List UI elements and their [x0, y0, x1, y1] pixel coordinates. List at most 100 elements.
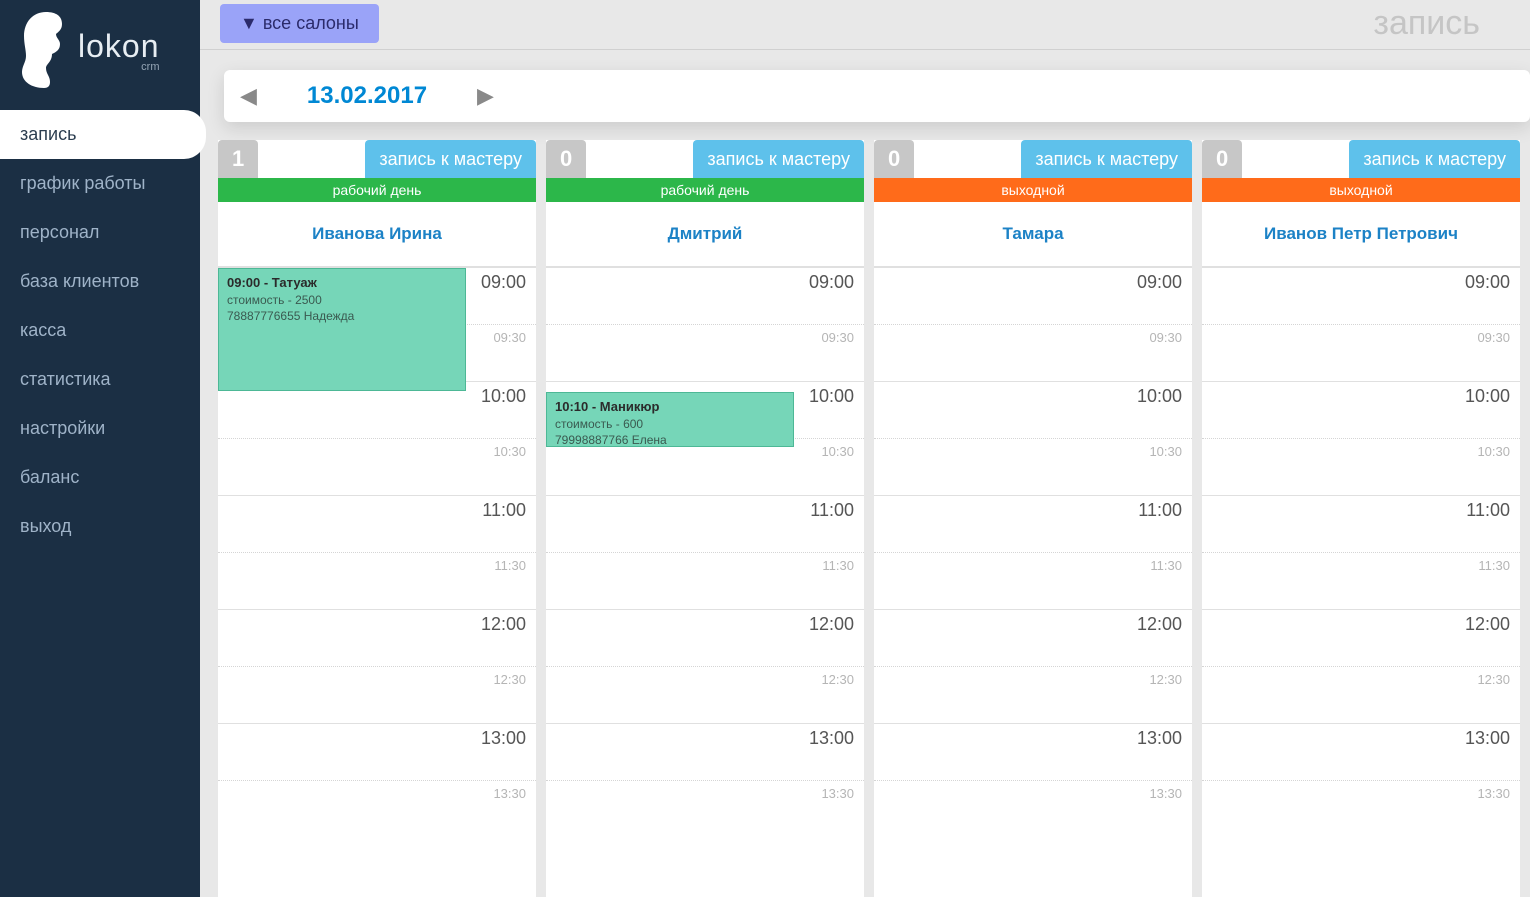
salon-dropdown[interactable]: ▼ все салоны: [220, 4, 379, 43]
time-slot[interactable]: 11:30: [546, 552, 864, 609]
time-slot[interactable]: 10:00: [1202, 381, 1520, 438]
master-name[interactable]: Тамара: [874, 202, 1192, 267]
assign-to-master-button[interactable]: запись к мастеру: [365, 140, 536, 178]
nav-item-4[interactable]: касса: [0, 306, 200, 355]
time-slot[interactable]: 13:00: [546, 723, 864, 780]
nav-item-5[interactable]: статистика: [0, 355, 200, 404]
time-slot[interactable]: 13:30: [218, 780, 536, 837]
time-slot[interactable]: 10:30: [874, 438, 1192, 495]
time-label: 12:00: [809, 614, 854, 634]
master-column: 0 запись к мастерувыходнойТамара 09:00 09:3…: [874, 140, 1192, 897]
time-label: 12:00: [1137, 614, 1182, 634]
day-status: выходной: [874, 178, 1192, 202]
master-name[interactable]: Иванов Петр Петрович: [1202, 202, 1520, 267]
time-slot[interactable]: 13:00: [874, 723, 1192, 780]
time-label: 09:00: [1137, 272, 1182, 292]
time-label: 09:00: [1465, 272, 1510, 292]
time-slot[interactable]: 12:30: [546, 666, 864, 723]
time-slot[interactable]: 11:00: [874, 495, 1192, 552]
time-slot[interactable]: 11:00: [218, 495, 536, 552]
time-slot[interactable]: 13:00: [218, 723, 536, 780]
topbar: ▼ все салоны запись: [200, 0, 1530, 43]
time-label: 12:00: [1465, 614, 1510, 634]
time-label: 11:00: [810, 500, 854, 520]
prev-day-icon[interactable]: ◀: [240, 83, 257, 109]
day-status: рабочий день: [546, 178, 864, 202]
assign-to-master-button[interactable]: запись к мастеру: [1021, 140, 1192, 178]
time-slot[interactable]: 12:30: [1202, 666, 1520, 723]
time-slot[interactable]: 13:30: [1202, 780, 1520, 837]
time-slot[interactable]: 10:30: [1202, 438, 1520, 495]
time-slot[interactable]: 09:30: [546, 324, 864, 381]
brand-name: lokon: [78, 28, 160, 65]
nav-item-7[interactable]: баланс: [0, 453, 200, 502]
appointment-client: 79998887766 Елена: [555, 432, 785, 448]
divider: [200, 49, 1530, 50]
master-name[interactable]: Дмитрий: [546, 202, 864, 267]
time-label: 10:00: [809, 386, 854, 406]
time-slot[interactable]: 12:30: [218, 666, 536, 723]
time-label: 09:30: [493, 330, 526, 345]
time-label: 10:00: [1465, 386, 1510, 406]
time-slot[interactable]: 09:00: [874, 267, 1192, 324]
current-date[interactable]: 13.02.2017: [307, 82, 427, 110]
time-label: 12:30: [1149, 672, 1182, 687]
nav-item-2[interactable]: персонал: [0, 208, 200, 257]
time-label: 11:30: [1478, 558, 1510, 573]
time-label: 13:30: [493, 786, 526, 801]
time-slot[interactable]: 10:00: [874, 381, 1192, 438]
time-slot[interactable]: 11:30: [874, 552, 1192, 609]
appointment-client: 78887776655 Надежда: [227, 308, 457, 324]
appointment-price: стоимость - 2500: [227, 292, 457, 308]
day-status: выходной: [1202, 178, 1520, 202]
appointment-count-badge: 0: [874, 140, 914, 178]
time-label: 11:30: [494, 558, 526, 573]
nav-item-8[interactable]: выход: [0, 502, 200, 551]
schedule-columns: 1запись к мастерурабочий деньИванова Ири…: [200, 140, 1530, 897]
nav-item-1[interactable]: график работы: [0, 159, 200, 208]
time-grid[interactable]: 09:0009:3010:0010:3011:0011:3012:0012:30…: [218, 267, 536, 897]
appointment-count-badge: 0: [1202, 140, 1242, 178]
time-slot[interactable]: 13:30: [546, 780, 864, 837]
time-slot[interactable]: 09:30: [874, 324, 1192, 381]
time-label: 09:30: [1149, 330, 1182, 345]
time-label: 10:30: [821, 444, 854, 459]
next-day-icon[interactable]: ▶: [477, 83, 494, 109]
master-column: 0 запись к мастерувыходнойИванов Петр Пет…: [1202, 140, 1520, 897]
time-label: 09:00: [481, 272, 526, 292]
master-name[interactable]: Иванова Ирина: [218, 202, 536, 267]
time-slot[interactable]: 09:00: [1202, 267, 1520, 324]
time-slot[interactable]: 11:00: [546, 495, 864, 552]
time-slot[interactable]: 11:30: [218, 552, 536, 609]
time-label: 13:00: [1137, 728, 1182, 748]
time-slot[interactable]: 11:30: [1202, 552, 1520, 609]
time-slot[interactable]: 12:00: [1202, 609, 1520, 666]
time-slot[interactable]: 10:30: [218, 438, 536, 495]
nav-item-3[interactable]: база клиентов: [0, 257, 200, 306]
time-slot[interactable]: 12:00: [218, 609, 536, 666]
time-label: 13:30: [821, 786, 854, 801]
time-label: 11:30: [1150, 558, 1182, 573]
time-label: 10:30: [493, 444, 526, 459]
time-slot[interactable]: 09:30: [1202, 324, 1520, 381]
time-slot[interactable]: 11:00: [1202, 495, 1520, 552]
time-label: 13:30: [1477, 786, 1510, 801]
appointment-price: стоимость - 600: [555, 416, 785, 432]
time-slot[interactable]: 13:30: [874, 780, 1192, 837]
appointment-card[interactable]: 09:00 - Татуажстоимость - 25007888777665…: [218, 268, 466, 391]
time-slot[interactable]: 13:00: [1202, 723, 1520, 780]
time-grid[interactable]: 09:00 09:30 10:00 10:3011:00 11:30 12:00 12:30…: [1202, 267, 1520, 897]
nav-item-0[interactable]: запись: [0, 110, 206, 159]
logo: lokon crm: [0, 0, 200, 110]
assign-to-master-button[interactable]: запись к мастеру: [693, 140, 864, 178]
time-slot[interactable]: 12:00: [874, 609, 1192, 666]
time-grid[interactable]: 09:00 09:30 10:0010:3011:00 11:30 12:00 12:30…: [874, 267, 1192, 897]
time-slot[interactable]: 12:30: [874, 666, 1192, 723]
main: ▼ все салоны запись ◀ 13.02.2017 ▶ 1запи…: [200, 0, 1530, 897]
assign-to-master-button[interactable]: запись к мастеру: [1349, 140, 1520, 178]
time-slot[interactable]: 12:00: [546, 609, 864, 666]
time-grid[interactable]: 09:0009:30 10:00 10:30 11:00 11:30 12:00 12:30…: [546, 267, 864, 897]
time-slot[interactable]: 09:00: [546, 267, 864, 324]
appointment-card[interactable]: 10:10 - Маникюрстоимость - 6007999888776…: [546, 392, 794, 447]
nav-item-6[interactable]: настройки: [0, 404, 200, 453]
